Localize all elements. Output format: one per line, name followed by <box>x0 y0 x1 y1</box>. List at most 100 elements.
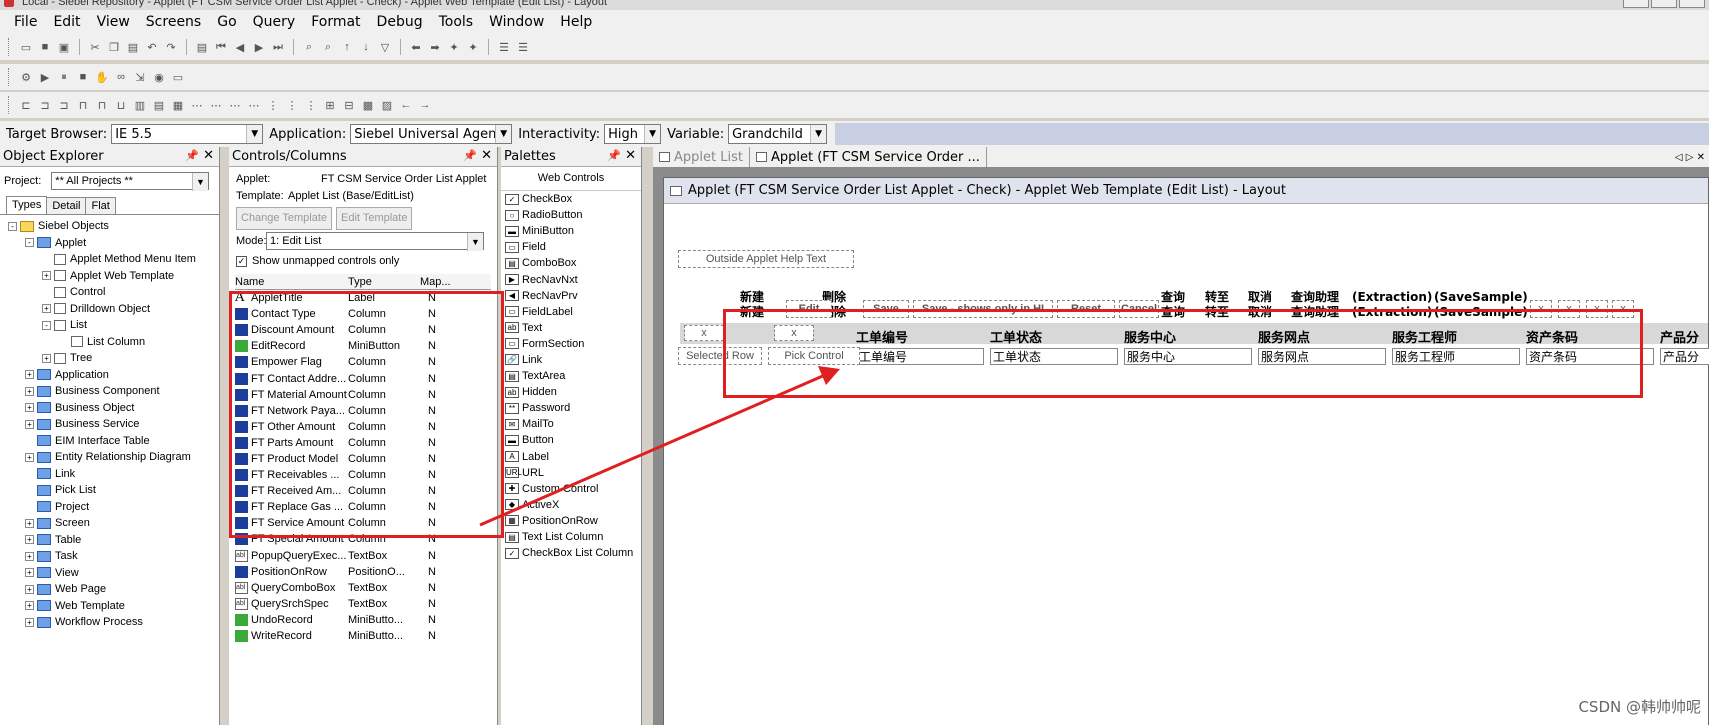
palette-item[interactable]: ▦ PositionOnRow <box>501 513 641 529</box>
minimize-button[interactable] <box>1623 0 1649 8</box>
palette-item[interactable]: ▬ Button <box>501 432 641 448</box>
extraction-button[interactable]: (Extraction) (Extraction) <box>1352 290 1432 320</box>
table-row[interactable]: FT Replace Gas ... Column N <box>235 499 491 515</box>
tree-node[interactable]: - List <box>8 317 219 334</box>
collapse-icon[interactable]: - <box>42 320 51 330</box>
table-row[interactable]: A AppletTitle Label N <box>235 290 491 306</box>
new-icon[interactable]: ▭ <box>18 40 34 54</box>
forward-icon[interactable]: ➡ <box>427 40 443 54</box>
tree-node[interactable]: + Business Object <box>8 400 219 417</box>
menu-screens[interactable]: Screens <box>138 14 209 30</box>
tree-node[interactable]: Applet Method Menu Item <box>8 251 219 268</box>
edit-template-button[interactable]: Edit Template <box>336 207 413 230</box>
palette-item[interactable]: ab Text <box>501 320 641 336</box>
variable-select[interactable]: Grandchild ▼ <box>728 124 828 144</box>
chevron-down-icon[interactable]: ▼ <box>495 125 512 143</box>
expand-icon[interactable]: + <box>25 617 34 627</box>
x-button[interactable]: x <box>1612 300 1634 318</box>
query-icon[interactable]: ⌕ <box>301 40 317 54</box>
menu-file[interactable]: File <box>6 14 45 30</box>
collapse-icon[interactable]: - <box>25 238 34 248</box>
toolbar-grip[interactable] <box>8 96 11 114</box>
menu-query[interactable]: Query <box>245 14 304 30</box>
list-column-field[interactable]: 服务网点 <box>1258 348 1386 365</box>
tab-applet-list[interactable]: Applet List <box>653 147 750 167</box>
tree-node[interactable]: + Web Template <box>8 598 219 615</box>
table-row[interactable]: FT Parts Amount Column N <box>235 435 491 451</box>
list-icon[interactable]: ☰ <box>515 40 531 54</box>
palette-item[interactable]: ▤ TextArea <box>501 368 641 384</box>
pin-icon[interactable]: 📌 <box>463 149 477 162</box>
tab-types[interactable]: Types <box>6 196 48 214</box>
pick-control[interactable]: Pick Control <box>768 347 860 365</box>
table-row[interactable]: FT Received Am... Column N <box>235 483 491 499</box>
x-button[interactable]: x <box>1586 300 1608 318</box>
chevron-down-icon[interactable]: ▼ <box>246 125 263 143</box>
table-row[interactable]: FT Other Amount Column N <box>235 419 491 435</box>
list-column-field[interactable]: 工单状态 <box>990 348 1118 365</box>
tree-node[interactable]: + Task <box>8 548 219 565</box>
stop-icon[interactable]: ■ <box>75 70 91 84</box>
tree-node[interactable]: + Entity Relationship Diagram <box>8 449 219 466</box>
space-vertical-icon[interactable]: ⋮ <box>265 98 281 112</box>
palette-item[interactable]: ▭ Field <box>501 239 641 255</box>
goto-button[interactable]: 转至 转至 <box>1205 290 1229 320</box>
save-shows-only-in-hi-button[interactable]: Save - shows only in HI <box>913 300 1053 318</box>
palette-item[interactable]: ◀ RecNavPrv <box>501 288 641 304</box>
menu-view[interactable]: View <box>89 14 138 30</box>
column-header-type[interactable]: Type <box>348 276 420 288</box>
tree-node[interactable]: + Business Service <box>8 416 219 433</box>
window-icon[interactable]: ▭ <box>170 70 186 84</box>
tab-flat[interactable]: Flat <box>85 197 116 214</box>
palette-item[interactable]: ✉ MailTo <box>501 416 641 432</box>
expand-icon[interactable]: + <box>25 452 34 462</box>
toolbar-grip[interactable] <box>8 38 11 56</box>
space-vertical-decrease-icon[interactable]: ⋮ <box>303 98 319 112</box>
chevron-down-icon[interactable]: ▼ <box>467 233 483 251</box>
align-left-icon[interactable]: ⊏ <box>18 98 34 112</box>
outline-icon[interactable]: ☰ <box>496 40 512 54</box>
pin-icon[interactable]: 📌 <box>185 149 199 162</box>
list-column-header[interactable]: 服务工程师 <box>1392 327 1457 346</box>
edit-button[interactable]: Edit <box>786 300 832 318</box>
palette-item[interactable]: ▤ ComboBox <box>501 255 641 271</box>
tree-node[interactable]: - Applet <box>8 235 219 252</box>
table-row[interactable]: FT Product Model Column N <box>235 451 491 467</box>
align-bottom-icon[interactable]: ⊔ <box>113 98 129 112</box>
chevron-down-icon[interactable]: ▼ <box>644 125 661 143</box>
list-column-header[interactable]: 工单状态 <box>990 327 1042 346</box>
breakpoint-icon[interactable]: ◉ <box>151 70 167 84</box>
same-size-icon[interactable]: ▦ <box>170 98 186 112</box>
back-icon[interactable]: ⬅ <box>408 40 424 54</box>
palette-item[interactable]: ** Password <box>501 400 641 416</box>
tree-node[interactable]: + Drilldown Object <box>8 301 219 318</box>
tab-detail[interactable]: Detail <box>46 197 87 214</box>
tree-node[interactable]: + Table <box>8 532 219 549</box>
list-column-field[interactable]: 服务工程师 <box>1392 348 1520 365</box>
reset-button[interactable]: Reset <box>1057 300 1115 318</box>
table-row[interactable]: abl QueryComboBox TextBox N <box>235 580 491 596</box>
x-button[interactable]: x <box>1530 300 1552 318</box>
expand-icon[interactable]: + <box>25 419 34 429</box>
expand-icon[interactable]: + <box>42 304 51 314</box>
watch-icon[interactable]: ∞ <box>113 70 129 84</box>
palette-item[interactable]: ▶ RecNavNxt <box>501 271 641 287</box>
sort-ascending-icon[interactable]: ↑ <box>339 40 355 54</box>
settings-icon[interactable]: ⚙ <box>18 70 34 84</box>
menu-window[interactable]: Window <box>481 14 552 30</box>
move-left-icon[interactable]: ← <box>398 98 414 112</box>
compile-icon[interactable]: ✦ <box>446 40 462 54</box>
last-record-icon[interactable]: ⏭ <box>270 40 286 54</box>
hand-icon[interactable]: ✋ <box>94 70 110 84</box>
maximize-button[interactable] <box>1651 0 1677 8</box>
expand-icon[interactable]: + <box>25 551 34 561</box>
save-button[interactable]: Save <box>863 300 909 318</box>
collapse-icon[interactable]: - <box>8 221 17 231</box>
palette-item[interactable]: ▬ MiniButton <box>501 223 641 239</box>
query-button[interactable]: 查询 查询 <box>1161 290 1185 320</box>
center-vertical-icon[interactable]: ⊟ <box>341 98 357 112</box>
mode-select[interactable]: 1: Edit List ▼ <box>266 232 484 251</box>
pause-icon[interactable]: ⏸ <box>56 70 72 84</box>
expand-icon[interactable]: + <box>25 601 34 611</box>
table-row[interactable]: FT Contact Addre... Column N <box>235 370 491 386</box>
